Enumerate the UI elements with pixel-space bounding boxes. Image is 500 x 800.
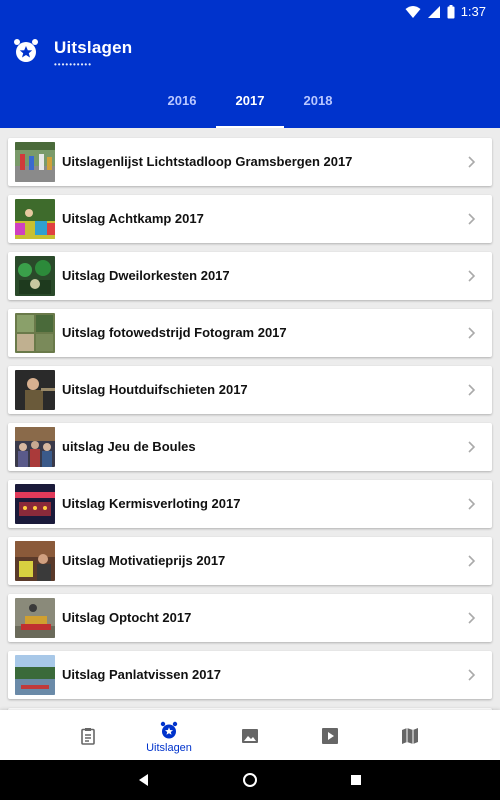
uitslagen-logo-icon bbox=[14, 39, 38, 62]
list-item-label: Uitslag Achtkamp 2017 bbox=[62, 211, 204, 226]
list-item[interactable]: uitslag Jeu de Boules bbox=[8, 423, 492, 471]
back-icon[interactable] bbox=[136, 772, 152, 788]
thumbnail-image bbox=[15, 427, 55, 467]
list-item-label: Uitslag Kermisverloting 2017 bbox=[62, 496, 241, 511]
list-item-label: Uitslag Motivatieprijs 2017 bbox=[62, 553, 226, 568]
list-item-label: Uitslag fotowedstrijd Fotogram 2017 bbox=[62, 325, 287, 340]
chevron-right-icon bbox=[468, 555, 476, 567]
list-item-label: Uitslagenlijst Lichtstadloop Gramsbergen… bbox=[62, 154, 353, 169]
list-item[interactable]: Uitslag fotowedstrijd Fotogram 2017 bbox=[8, 309, 492, 357]
chevron-right-icon bbox=[468, 156, 476, 168]
list-item-label: uitslag Jeu de Boules bbox=[62, 439, 196, 454]
chevron-right-icon bbox=[468, 441, 476, 453]
title-underline-dots: •••••••••• bbox=[54, 60, 93, 69]
nav-item-map[interactable] bbox=[380, 710, 440, 760]
nav-item-video[interactable] bbox=[300, 710, 360, 760]
nav-item-images[interactable] bbox=[220, 710, 280, 760]
chevron-right-icon bbox=[468, 498, 476, 510]
list-item[interactable]: Uitslag Kermisverloting 2017 bbox=[8, 480, 492, 528]
status-bar: 1:37 bbox=[0, 0, 500, 24]
list-item[interactable]: Uitslagenlijst Lichtstadloop Gramsbergen… bbox=[8, 138, 492, 186]
thumbnail-image bbox=[15, 370, 55, 410]
thumbnail-image bbox=[15, 655, 55, 695]
thumbnail-image bbox=[15, 199, 55, 239]
year-tabs: 2016 2017 2018 bbox=[0, 84, 500, 128]
thumbnail-image bbox=[15, 256, 55, 296]
list-item-label: Uitslag Optocht 2017 bbox=[62, 610, 192, 625]
list-item[interactable]: Uitslag Panlatvissen 2017 bbox=[8, 651, 492, 699]
app-bar: Uitslagen •••••••••• 2016 2017 2018 bbox=[0, 24, 500, 128]
page-title: Uitslagen bbox=[54, 38, 133, 57]
home-icon[interactable] bbox=[242, 772, 258, 788]
system-navigation-bar bbox=[0, 760, 500, 800]
status-icons: 1:37 bbox=[405, 4, 486, 19]
chevron-right-icon bbox=[468, 669, 476, 681]
wifi-icon bbox=[405, 5, 421, 18]
award-icon bbox=[160, 721, 178, 739]
thumbnail-image bbox=[15, 541, 55, 581]
clipboard-icon bbox=[81, 728, 95, 745]
chevron-right-icon bbox=[468, 327, 476, 339]
tab-2018[interactable]: 2018 bbox=[284, 84, 352, 128]
video-icon bbox=[322, 728, 338, 744]
list-item-label: Uitslag Houtduifschieten 2017 bbox=[62, 382, 248, 397]
list-item[interactable]: Uitslag Dweilorkesten 2017 bbox=[8, 252, 492, 300]
nav-label-uitslagen: Uitslagen bbox=[146, 742, 192, 754]
thumbnail-image bbox=[15, 598, 55, 638]
bottom-navigation: Uitslagen bbox=[0, 710, 500, 760]
list-item[interactable]: Uitslag Houtduifschieten 2017 bbox=[8, 366, 492, 414]
list-item[interactable]: Uitslag Motivatieprijs 2017 bbox=[8, 537, 492, 585]
status-time: 1:37 bbox=[460, 4, 486, 19]
list-item[interactable]: Uitslag Achtkamp 2017 bbox=[8, 195, 492, 243]
thumbnail-image bbox=[15, 313, 55, 353]
map-icon bbox=[402, 728, 418, 744]
battery-icon bbox=[447, 4, 455, 18]
tab-2017[interactable]: 2017 bbox=[216, 84, 284, 128]
list-item-label: Uitslag Panlatvissen 2017 bbox=[62, 667, 221, 682]
signal-icon bbox=[427, 5, 440, 18]
recents-icon[interactable] bbox=[348, 772, 364, 788]
thumbnail-image bbox=[15, 484, 55, 524]
nav-item-clipboard[interactable] bbox=[58, 710, 118, 760]
tab-2016[interactable]: 2016 bbox=[148, 84, 216, 128]
results-list: Uitslagenlijst Lichtstadloop Gramsbergen… bbox=[0, 128, 500, 710]
list-item-label: Uitslag Dweilorkesten 2017 bbox=[62, 268, 230, 283]
chevron-right-icon bbox=[468, 612, 476, 624]
image-icon bbox=[242, 729, 258, 743]
list-item[interactable]: Uitslag Optocht 2017 bbox=[8, 594, 492, 642]
thumbnail-image bbox=[15, 142, 55, 182]
chevron-right-icon bbox=[468, 384, 476, 396]
chevron-right-icon bbox=[468, 270, 476, 282]
nav-item-uitslagen[interactable]: Uitslagen bbox=[139, 710, 199, 760]
chevron-right-icon bbox=[468, 213, 476, 225]
